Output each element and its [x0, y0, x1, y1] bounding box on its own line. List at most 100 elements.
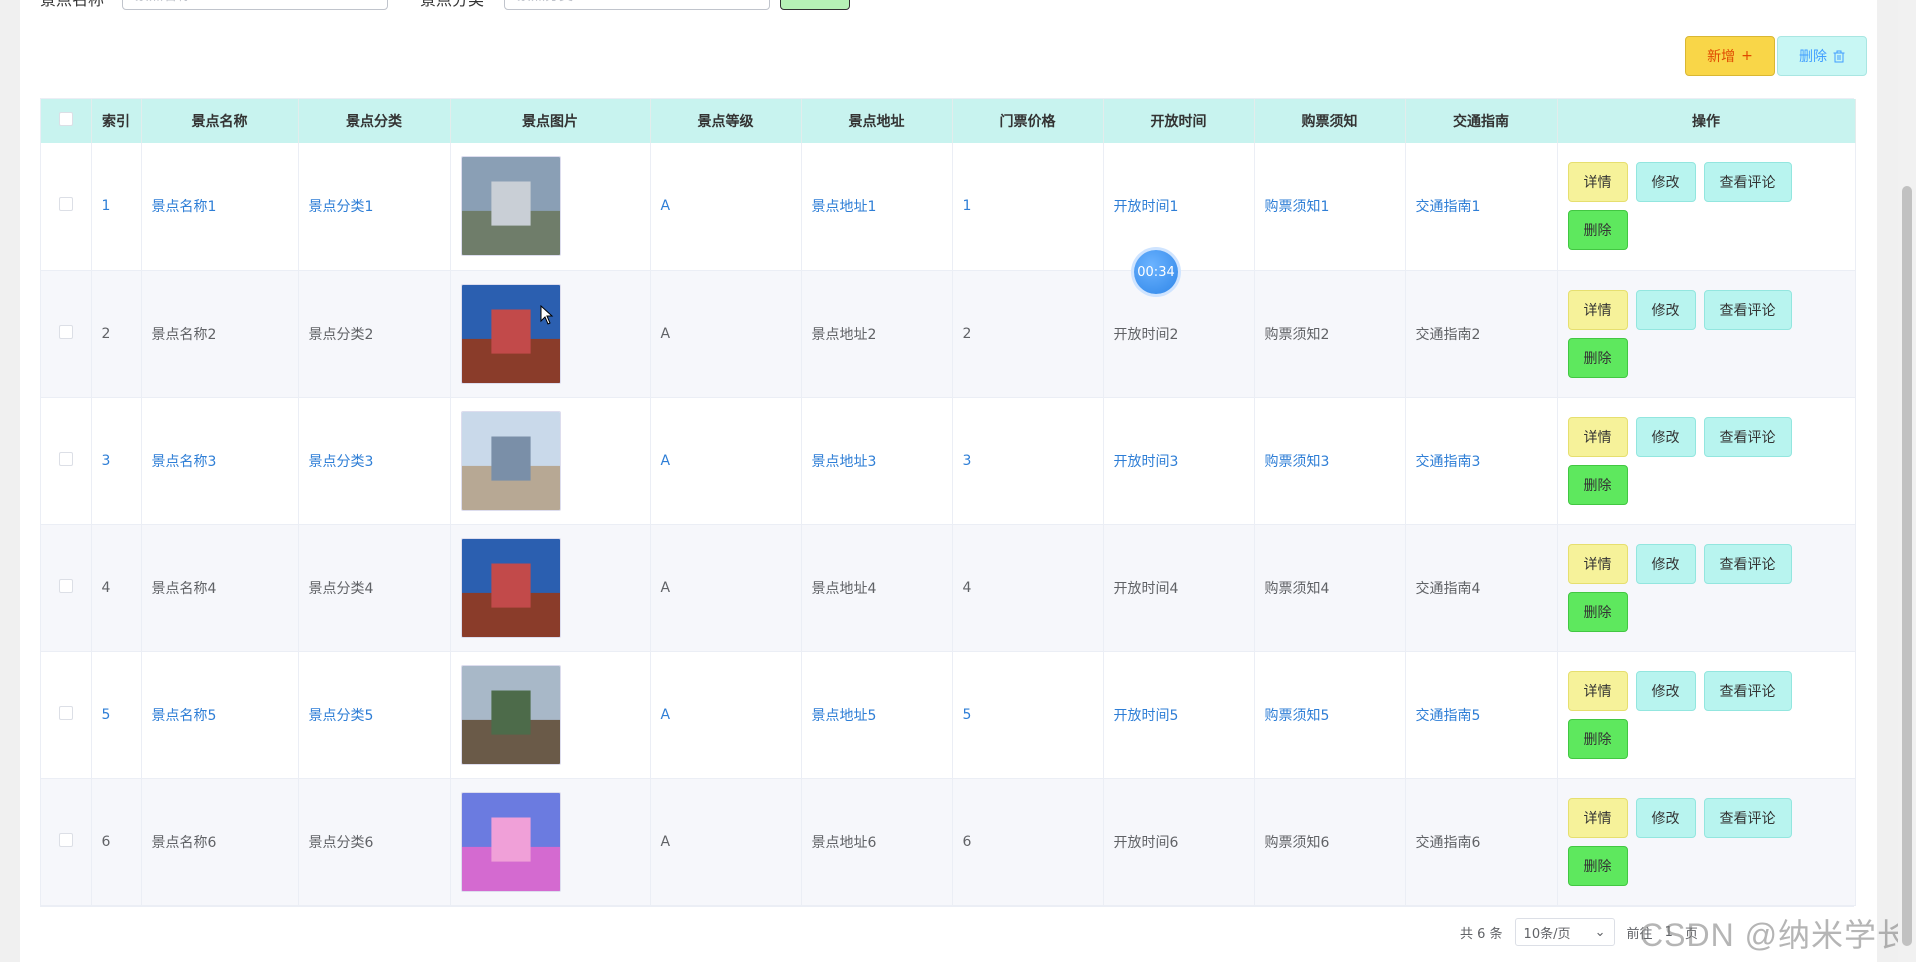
edit-button[interactable]: 修改: [1635, 289, 1696, 330]
view-comments-button[interactable]: 查看评论: [1703, 162, 1792, 203]
plus-icon: +: [1741, 48, 1753, 64]
scrollbar-thumb[interactable]: [1902, 186, 1912, 946]
cell-name: 景点名称2: [141, 270, 299, 398]
detail-button[interactable]: 详情: [1567, 416, 1628, 457]
cell-address: 景点地址2: [801, 270, 953, 398]
row-checkbox[interactable]: [58, 832, 73, 847]
page-size-value: 10条/页: [1523, 926, 1571, 942]
cell-traffic: 交通指南5: [1405, 651, 1558, 779]
scenic-thumbnail[interactable]: [460, 156, 561, 257]
scenic-thumbnail[interactable]: [460, 537, 561, 638]
cell-index: 3: [91, 397, 142, 525]
row-actions: 详情 修改 查看评论删除: [1567, 797, 1808, 886]
cell-traffic: 交通指南2: [1405, 270, 1558, 398]
cell-open-time: 开放时间6: [1103, 778, 1255, 906]
edit-button[interactable]: 修改: [1635, 670, 1696, 711]
row-checkbox[interactable]: [58, 705, 73, 720]
row-checkbox[interactable]: [58, 324, 73, 339]
search-name-input[interactable]: 景点名称: [122, 0, 388, 10]
table-row: 5 景点名称5 景点分类5 A 景点地址5 5 开放时间5 购票须知5 交通指南5 详情 修改 查看评…: [41, 651, 1856, 779]
cell-notice: 购票须知6: [1254, 778, 1406, 906]
delete-button[interactable]: 删除: [1567, 845, 1628, 886]
delete-button[interactable]: 删除: [1567, 210, 1628, 251]
edit-button[interactable]: 修改: [1635, 416, 1696, 457]
batch-delete-button[interactable]: 删除: [1777, 36, 1867, 76]
delete-button[interactable]: 删除: [1567, 464, 1628, 505]
top-actions: 新增 + 删除: [1685, 36, 1867, 76]
cell-index: 5: [91, 651, 142, 779]
cell-name: 景点名称5: [141, 651, 299, 779]
scenic-thumbnail[interactable]: [460, 664, 561, 765]
cell-index: 1: [91, 143, 142, 271]
row-actions: 详情 修改 查看评论删除: [1567, 416, 1808, 505]
cell-name: 景点名称3: [141, 397, 299, 525]
detail-button[interactable]: 详情: [1567, 289, 1628, 330]
cell-notice: 购票须知5: [1254, 651, 1406, 779]
header-type: 景点分类: [298, 99, 451, 143]
cell-notice: 购票须知4: [1254, 524, 1406, 652]
table-row: 3 景点名称3 景点分类3 A 景点地址3 3 开放时间3 购票须知3 交通指南3 详情 修改 查看评…: [41, 397, 1856, 525]
scenic-thumbnail[interactable]: [460, 791, 561, 892]
header-notice: 购票须知: [1254, 99, 1406, 143]
scenic-thumbnail[interactable]: [460, 283, 561, 384]
cell-image: [450, 143, 651, 271]
cell-notice: 购票须知1: [1254, 143, 1406, 271]
view-comments-button[interactable]: 查看评论: [1703, 416, 1792, 457]
delete-button[interactable]: 删除: [1567, 591, 1628, 632]
edit-button[interactable]: 修改: [1635, 797, 1696, 838]
row-checkbox[interactable]: [58, 578, 73, 593]
cell-actions: 详情 修改 查看评论删除: [1557, 397, 1856, 525]
view-comments-button[interactable]: 查看评论: [1703, 289, 1792, 330]
row-select-cell: [41, 524, 92, 652]
search-name-label: 景点名称: [40, 0, 104, 10]
scenic-thumbnail[interactable]: [460, 410, 561, 511]
view-comments-button[interactable]: 查看评论: [1703, 543, 1792, 584]
page-size-select[interactable]: 10条/页 ⌄: [1514, 918, 1615, 946]
row-checkbox[interactable]: [58, 451, 73, 466]
pagination-total: 共 6 条: [1460, 926, 1503, 942]
cell-level: A: [650, 397, 802, 525]
cell-address: 景点地址5: [801, 651, 953, 779]
header-open-time: 开放时间: [1103, 99, 1255, 143]
cell-address: 景点地址4: [801, 524, 953, 652]
chevron-down-icon: ⌄: [1594, 924, 1606, 940]
table-header-row: 索引 景点名称 景点分类 景点图片 景点等级 景点地址 门票价格 开放时间 购票…: [41, 99, 1856, 143]
batch-delete-label: 删除: [1799, 49, 1827, 65]
detail-button[interactable]: 详情: [1567, 670, 1628, 711]
select-all-checkbox[interactable]: [58, 112, 73, 126]
header-price: 门票价格: [952, 99, 1104, 143]
detail-button[interactable]: 详情: [1567, 543, 1628, 584]
edit-button[interactable]: 修改: [1635, 543, 1696, 584]
cell-address: 景点地址1: [801, 143, 953, 271]
cell-index: 2: [91, 270, 142, 398]
delete-button[interactable]: 删除: [1567, 718, 1628, 759]
cell-type: 景点分类2: [298, 270, 451, 398]
trash-icon: [1833, 50, 1845, 62]
detail-button[interactable]: 详情: [1567, 797, 1628, 838]
table-row: 2 景点名称2 景点分类2 A 景点地址2 2 开放时间2 购票须知2 交通指南2 详情 修改 查看评…: [41, 270, 1856, 398]
cell-type: 景点分类3: [298, 397, 451, 525]
search-button[interactable]: [780, 0, 850, 10]
table-row: 6 景点名称6 景点分类6 A 景点地址6 6 开放时间6 购票须知6 交通指南6 详情 修改 查看评…: [41, 778, 1856, 906]
cell-image: [450, 270, 651, 398]
detail-button[interactable]: 详情: [1567, 162, 1628, 203]
delete-button[interactable]: 删除: [1567, 337, 1628, 378]
cell-level: A: [650, 270, 802, 398]
row-checkbox[interactable]: [58, 197, 73, 212]
cell-traffic: 交通指南1: [1405, 143, 1558, 271]
cell-open-time: 开放时间2: [1103, 270, 1255, 398]
view-comments-button[interactable]: 查看评论: [1703, 670, 1792, 711]
cell-open-time: 开放时间1: [1103, 143, 1255, 271]
add-button[interactable]: 新增 +: [1685, 36, 1775, 76]
table-row: 4 景点名称4 景点分类4 A 景点地址4 4 开放时间4 购票须知4 交通指南4 详情 修改 查看评…: [41, 524, 1856, 652]
cell-actions: 详情 修改 查看评论删除: [1557, 778, 1856, 906]
scrollbar[interactable]: [1898, 0, 1916, 962]
search-type-input[interactable]: 景点分类: [504, 0, 770, 10]
table-row: 1 景点名称1 景点分类1 A 景点地址1 1 开放时间1 购票须知1 交通指南1 详情 修改 查看评…: [41, 143, 1856, 271]
cell-notice: 购票须知2: [1254, 270, 1406, 398]
cell-type: 景点分类1: [298, 143, 451, 271]
cell-name: 景点名称1: [141, 143, 299, 271]
edit-button[interactable]: 修改: [1635, 162, 1696, 203]
view-comments-button[interactable]: 查看评论: [1703, 797, 1792, 838]
cell-traffic: 交通指南6: [1405, 778, 1558, 906]
